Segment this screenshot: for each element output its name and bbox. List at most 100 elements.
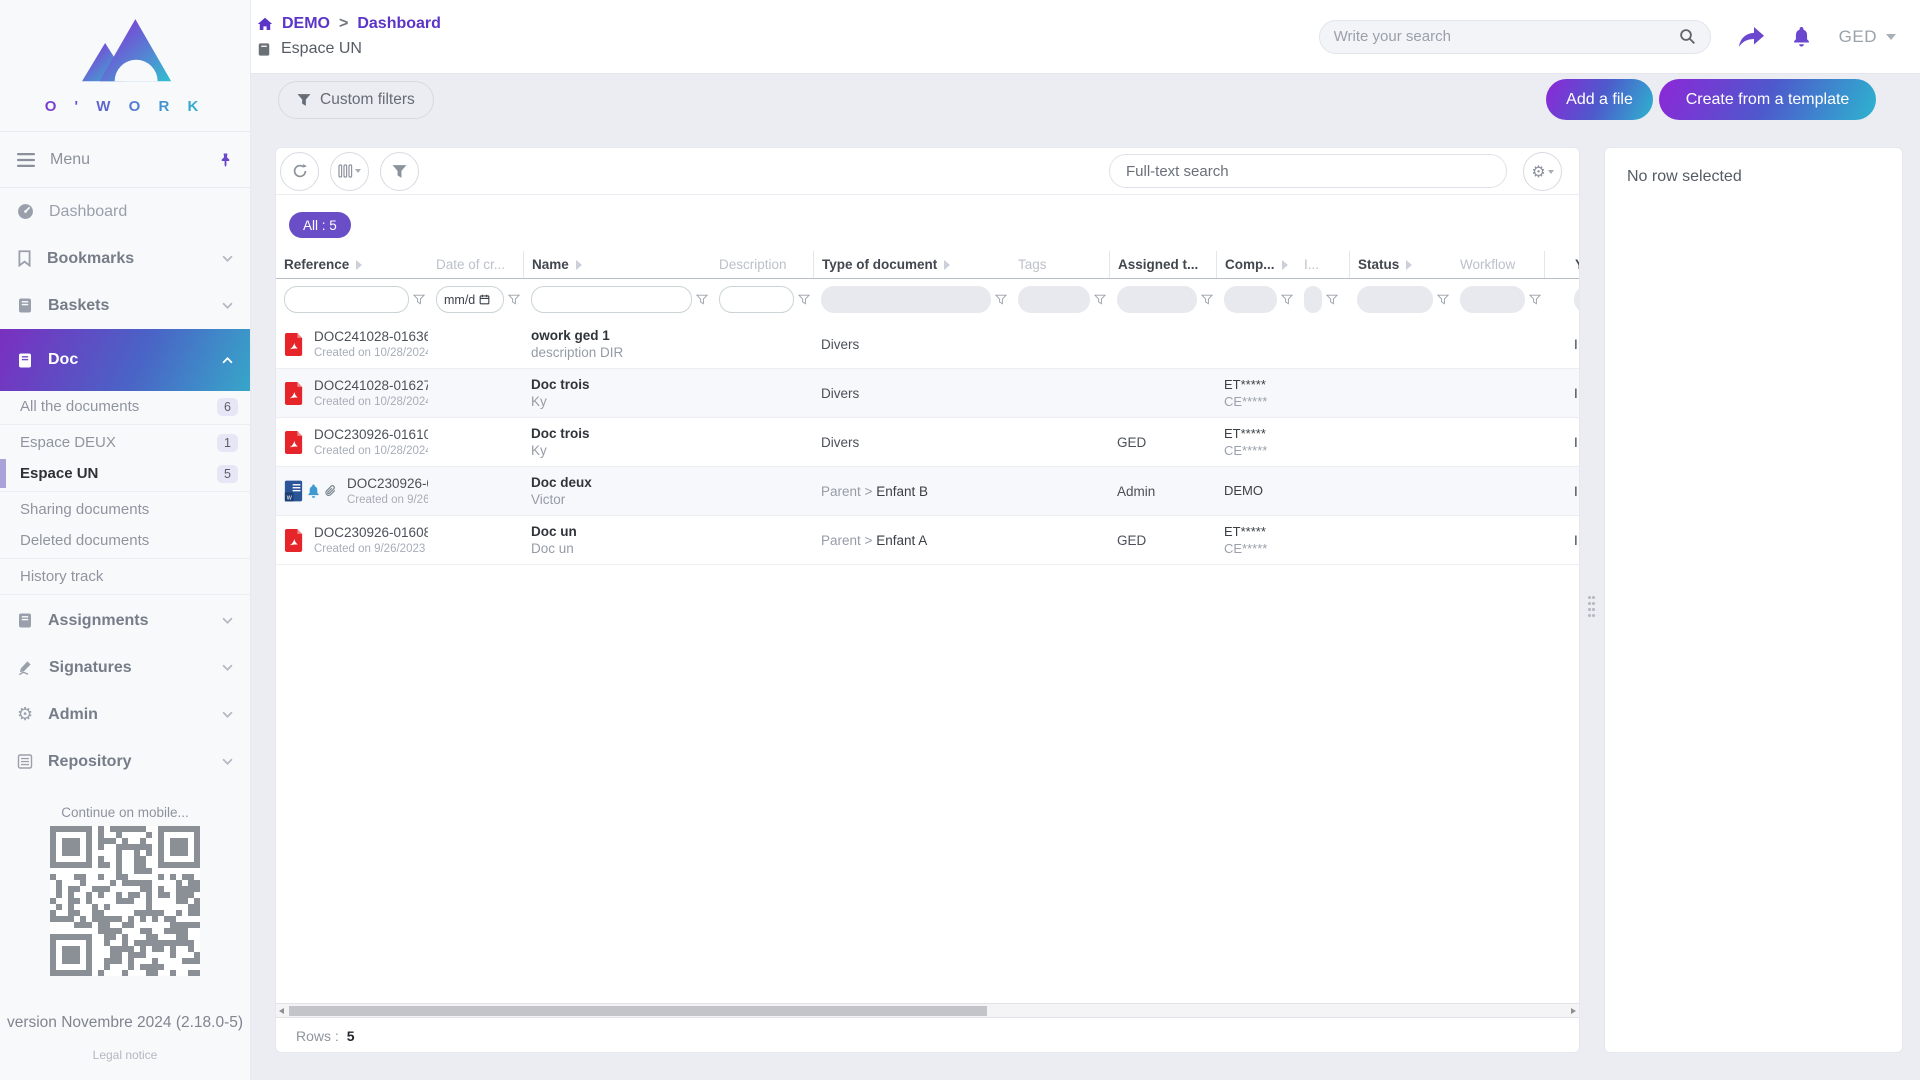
filter-date-input[interactable]: mm/d: [436, 286, 504, 313]
column-header-y[interactable]: Y...: [1544, 251, 1580, 278]
column-header-status[interactable]: Status: [1349, 251, 1452, 278]
divider: [0, 558, 250, 559]
breadcrumb-separator: >: [339, 15, 348, 33]
type-cell: Parent > Enfant B: [813, 484, 1010, 499]
table-body: DOC241028-01636-0 Created on 10/28/2024 …: [276, 320, 1580, 565]
sidebar-item-repository[interactable]: Repository: [0, 738, 250, 785]
column-header-tags[interactable]: Tags: [1010, 251, 1109, 278]
breadcrumb-home[interactable]: DEMO: [282, 15, 330, 33]
fulltext-search[interactable]: [1109, 154, 1507, 188]
columns-button[interactable]: [330, 152, 369, 191]
column-header-reference[interactable]: Reference: [276, 251, 428, 278]
search-icon[interactable]: [1679, 28, 1696, 45]
user-menu[interactable]: GED: [1839, 27, 1896, 47]
filter-input-description[interactable]: [719, 286, 794, 313]
topbar: DEMO > Dashboard Espace UN: [251, 0, 1920, 74]
sidebar-item-sharing-documents[interactable]: Sharing documents: [0, 494, 250, 525]
scrollbar-thumb[interactable]: [289, 1006, 987, 1016]
sidebar-item-espace-deux[interactable]: Espace DEUX 1: [0, 427, 250, 458]
home-icon[interactable]: [257, 17, 273, 31]
sort-arrow-icon: [944, 260, 950, 270]
filter-input-reference[interactable]: [284, 286, 409, 313]
column-header-assigned[interactable]: Assigned t...: [1109, 251, 1216, 278]
sidebar-item-history-track[interactable]: History track: [0, 561, 250, 592]
filter-funnel-icon[interactable]: [1529, 294, 1541, 305]
column-header-company[interactable]: Comp...: [1216, 251, 1296, 278]
mountain-logo-icon: [77, 16, 173, 94]
custom-filters-button[interactable]: Custom filters: [278, 81, 434, 119]
company-cell: ET***** CE*****: [1216, 377, 1296, 409]
pushpin-icon[interactable]: [218, 152, 233, 168]
chevron-down-icon: [1548, 170, 1554, 174]
sidebar-item-bookmarks[interactable]: Bookmarks: [0, 235, 250, 282]
filter-funnel-icon[interactable]: [1281, 294, 1293, 305]
filter-input-name[interactable]: [531, 286, 692, 313]
sidebar-menu-toggle[interactable]: Menu: [0, 132, 250, 187]
table-row[interactable]: DOC241028-01636-0 Created on 10/28/2024 …: [276, 320, 1580, 369]
divider: [0, 424, 250, 425]
column-header-date[interactable]: Date of cr...: [428, 251, 523, 278]
add-file-button[interactable]: Add a file: [1546, 79, 1653, 120]
filter-funnel-icon[interactable]: [1201, 294, 1213, 305]
table-row[interactable]: DOC241028-01627-0 Created on 10/28/2024 …: [276, 369, 1580, 418]
filter-funnel-icon[interactable]: [1437, 294, 1449, 305]
sidebar-item-espace-un[interactable]: Espace UN 5: [0, 458, 250, 489]
bell-icon[interactable]: [1792, 26, 1811, 47]
sidebar-item-assignments[interactable]: Assignments: [0, 597, 250, 644]
column-header-workflow[interactable]: Workflow: [1452, 251, 1544, 278]
global-search-input[interactable]: [1334, 28, 1671, 45]
horizontal-scrollbar[interactable]: [276, 1003, 1579, 1018]
name-cell: Doc un Doc un: [523, 524, 711, 556]
column-header-type[interactable]: Type of document: [813, 251, 1010, 278]
reference-cell: DOC241028-01627-0 Created on 10/28/2024 …: [276, 378, 428, 408]
hamburger-icon: [17, 153, 35, 167]
type-cell: Parent > Enfant A: [813, 533, 1010, 548]
chevron-down-icon: [222, 711, 233, 718]
filter-funnel-icon[interactable]: [413, 294, 425, 305]
filter-funnel-icon[interactable]: [995, 294, 1007, 305]
filter-button[interactable]: [380, 152, 419, 191]
paperclip-icon: [324, 484, 337, 498]
sidebar-item-doc[interactable]: Doc: [0, 329, 250, 391]
column-header-description[interactable]: Description: [711, 251, 813, 278]
pdf-file-icon: [284, 332, 305, 357]
table-footer: Rows : 5: [276, 1018, 1579, 1053]
table-settings-button[interactable]: ⚙: [1523, 152, 1562, 191]
filter-funnel-icon[interactable]: [508, 294, 520, 305]
column-header-name[interactable]: Name: [523, 251, 711, 278]
sidebar-item-deleted-documents[interactable]: Deleted documents: [0, 525, 250, 556]
filter-funnel-icon[interactable]: [798, 294, 810, 305]
legal-notice-link[interactable]: Legal notice: [93, 1048, 158, 1062]
company-cell: ET***** CE*****: [1216, 524, 1296, 556]
sidebar-item-dashboard[interactable]: Dashboard: [0, 188, 250, 235]
filter-funnel-icon[interactable]: [696, 294, 708, 305]
pdf-file-icon: [284, 430, 305, 455]
signature-icon: [17, 659, 34, 676]
table-row[interactable]: DOC230926-01608-0 Created on 9/26/2023 3…: [276, 516, 1580, 565]
pdf-file-icon: [284, 381, 305, 406]
table-row[interactable]: DOC230926-01610-3 Created on 10/28/2024 …: [276, 418, 1580, 467]
column-header-i[interactable]: I...: [1296, 251, 1349, 278]
table-row[interactable]: w DOC230926-01609-0 Created on 9/26/2023…: [276, 467, 1580, 516]
scroll-right-arrow-icon[interactable]: [1571, 1008, 1576, 1014]
create-from-template-button[interactable]: Create from a template: [1659, 79, 1876, 120]
panel-resize-handle[interactable]: [1588, 596, 1596, 620]
global-search[interactable]: [1319, 20, 1711, 54]
sidebar-item-signatures[interactable]: Signatures: [0, 644, 250, 691]
breadcrumb: DEMO > Dashboard Espace UN: [251, 15, 441, 58]
type-cell: Divers: [813, 435, 1010, 450]
refresh-button[interactable]: [280, 152, 319, 191]
filter-funnel-icon[interactable]: [1326, 294, 1338, 305]
filter-input-i: [1304, 286, 1322, 313]
fulltext-search-input[interactable]: [1126, 163, 1490, 180]
breadcrumb-current[interactable]: Dashboard: [357, 15, 441, 33]
sidebar-item-baskets[interactable]: Baskets: [0, 282, 250, 329]
sidebar-item-all-documents[interactable]: All the documents 6: [0, 391, 250, 422]
share-icon[interactable]: [1739, 27, 1764, 47]
result-filter-chip[interactable]: All : 5: [289, 212, 351, 238]
assigned-cell: GED: [1109, 533, 1216, 548]
sidebar-item-admin[interactable]: ⚙ Admin: [0, 691, 250, 738]
filter-funnel-icon[interactable]: [1094, 294, 1106, 305]
chevron-down-icon: [222, 664, 233, 671]
scroll-left-arrow-icon[interactable]: [279, 1008, 284, 1014]
